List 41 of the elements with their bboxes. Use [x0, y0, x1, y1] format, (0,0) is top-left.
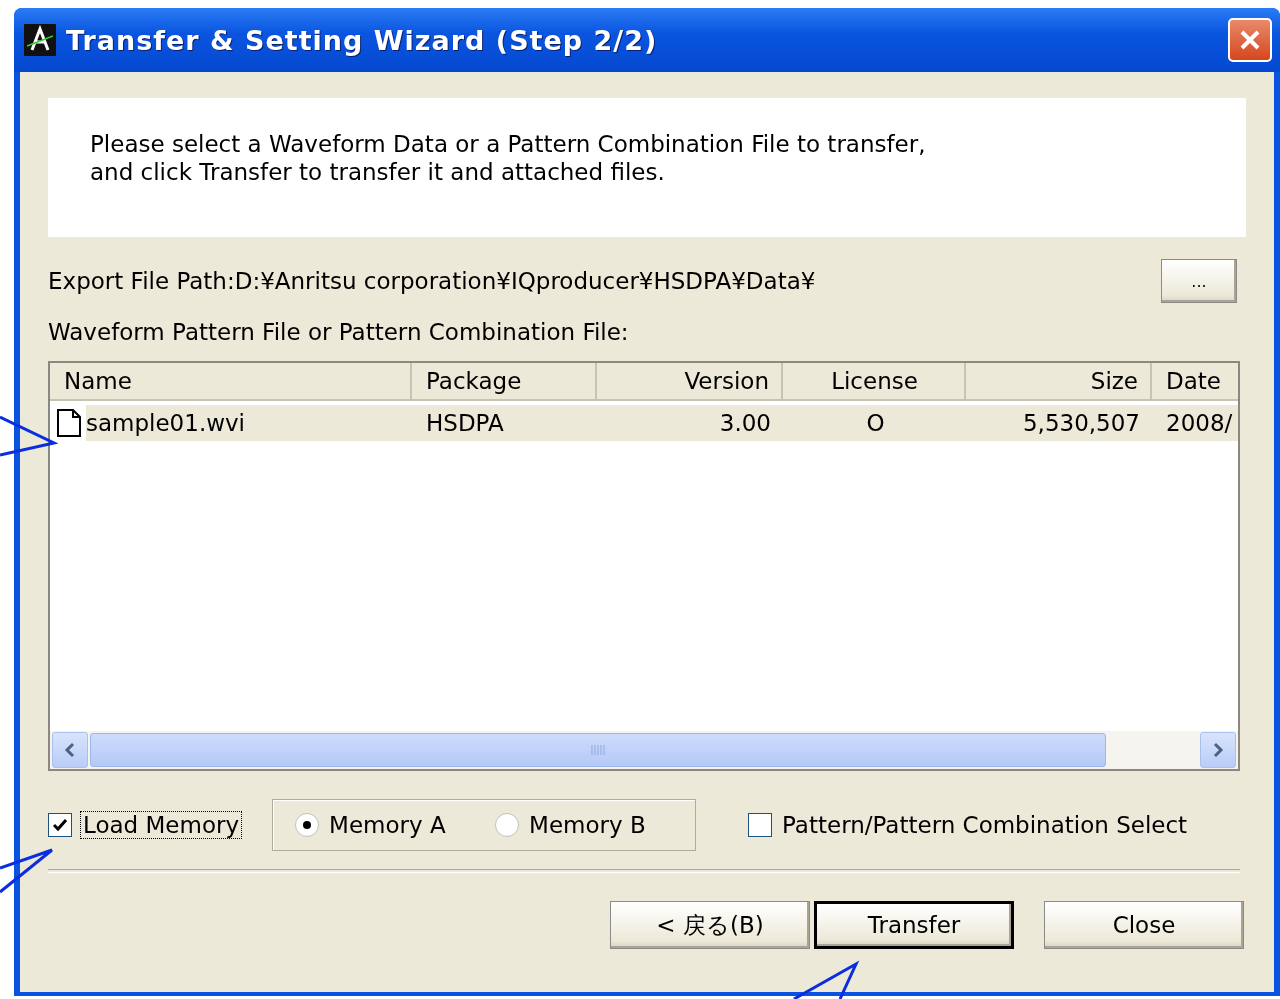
leader-line [0, 846, 54, 894]
memory-label: Memory B [528, 812, 647, 838]
export-path-label: Export File Path:D:¥Anritsu corporation¥IQproducer¥HSDPA¥Data¥ [48, 268, 816, 294]
file-row[interactable]: sample01.wvi HSDPA 3.00 O 5,530,507 2008/ [50, 405, 1238, 441]
leader-line [0, 415, 56, 455]
memory-radio[interactable] [495, 813, 520, 837]
table-cell: O [783, 405, 966, 441]
pattern-select-label: Pattern/Pattern Combination Select [781, 812, 1189, 838]
load-memory-label: Load Memory [80, 811, 243, 839]
table-cell: sample01.wvi [86, 405, 412, 441]
table-cell: 2008/ [1152, 405, 1238, 441]
leader-line [792, 962, 858, 999]
horizontal-scrollbar[interactable] [50, 731, 1238, 769]
dialog-button[interactable]: Transfer [814, 901, 1014, 949]
memory-label: Memory A [328, 812, 447, 838]
column-header[interactable]: Version [597, 363, 783, 401]
check-icon [52, 818, 68, 832]
scroll-thumb[interactable] [90, 733, 1106, 767]
app-icon [24, 24, 56, 56]
browse-button[interactable]: ... [1161, 259, 1237, 303]
file-icon [56, 408, 82, 438]
column-header[interactable]: Date [1152, 363, 1238, 401]
load-memory-checkbox[interactable] [48, 813, 72, 837]
close-icon[interactable] [1228, 18, 1272, 62]
column-header[interactable]: Size [966, 363, 1152, 401]
window-title: Transfer & Setting Wizard (Step 2/2) [66, 24, 659, 56]
list-label: Waveform Pattern File or Pattern Combination File: [48, 318, 630, 347]
table-cell: 5,530,507 [966, 405, 1152, 441]
table-cell: HSDPA [412, 405, 597, 441]
pattern-select-checkbox[interactable] [748, 813, 773, 837]
scroll-right-icon[interactable] [1200, 732, 1236, 768]
memory-radio[interactable] [295, 813, 320, 837]
dialog-button[interactable]: < 戻る(B) [610, 901, 810, 949]
column-header[interactable]: License [783, 363, 966, 401]
scroll-left-icon[interactable] [52, 732, 88, 768]
column-header[interactable]: Name [50, 363, 412, 401]
instruction-text: Please select a Waveform Data or a Pattern Combination File to transfer, [90, 130, 927, 158]
instruction-text: and click Transfer to transfer it and attached files. [90, 158, 666, 186]
table-cell: 3.00 [597, 405, 783, 441]
column-header[interactable]: Package [412, 363, 597, 401]
dialog-button[interactable]: Close [1044, 901, 1244, 949]
